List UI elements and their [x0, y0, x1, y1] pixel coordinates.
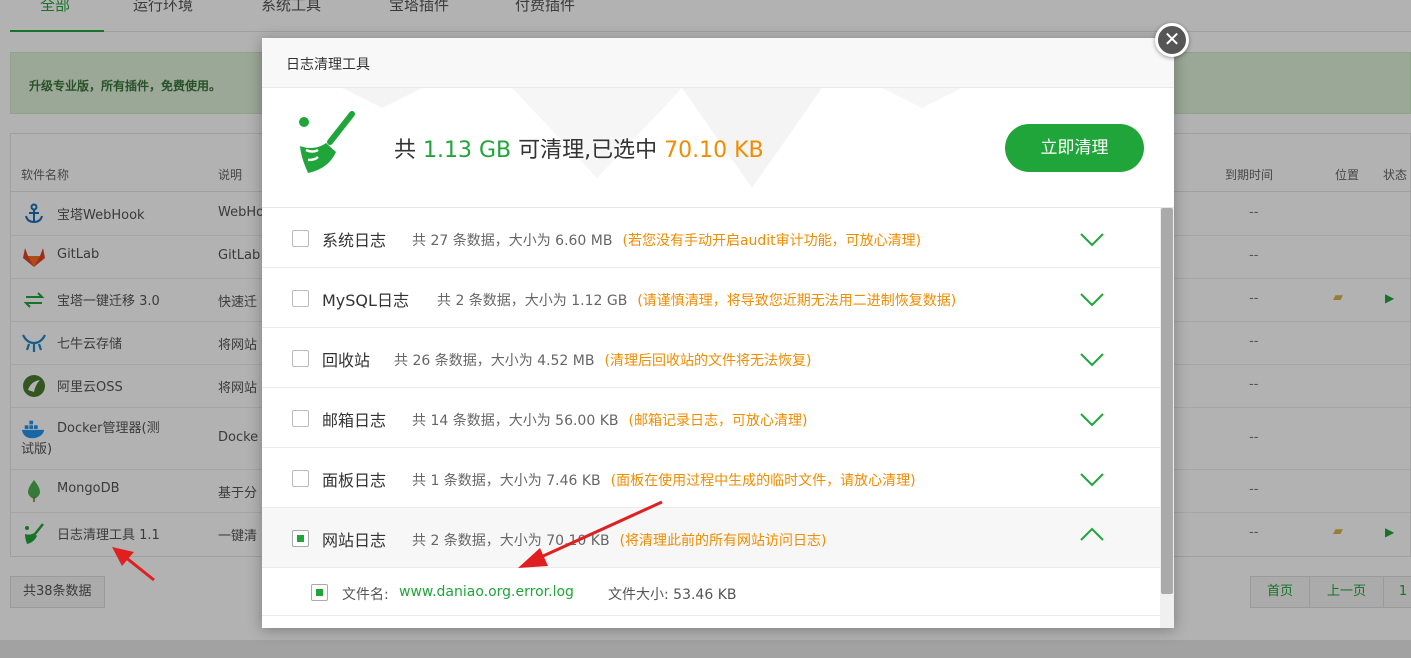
annotation-arrow: [123, 554, 155, 582]
annotation-arrowhead: [518, 548, 548, 568]
annotation-arrow: [529, 500, 663, 564]
annotation-arrows: [112, 500, 663, 582]
